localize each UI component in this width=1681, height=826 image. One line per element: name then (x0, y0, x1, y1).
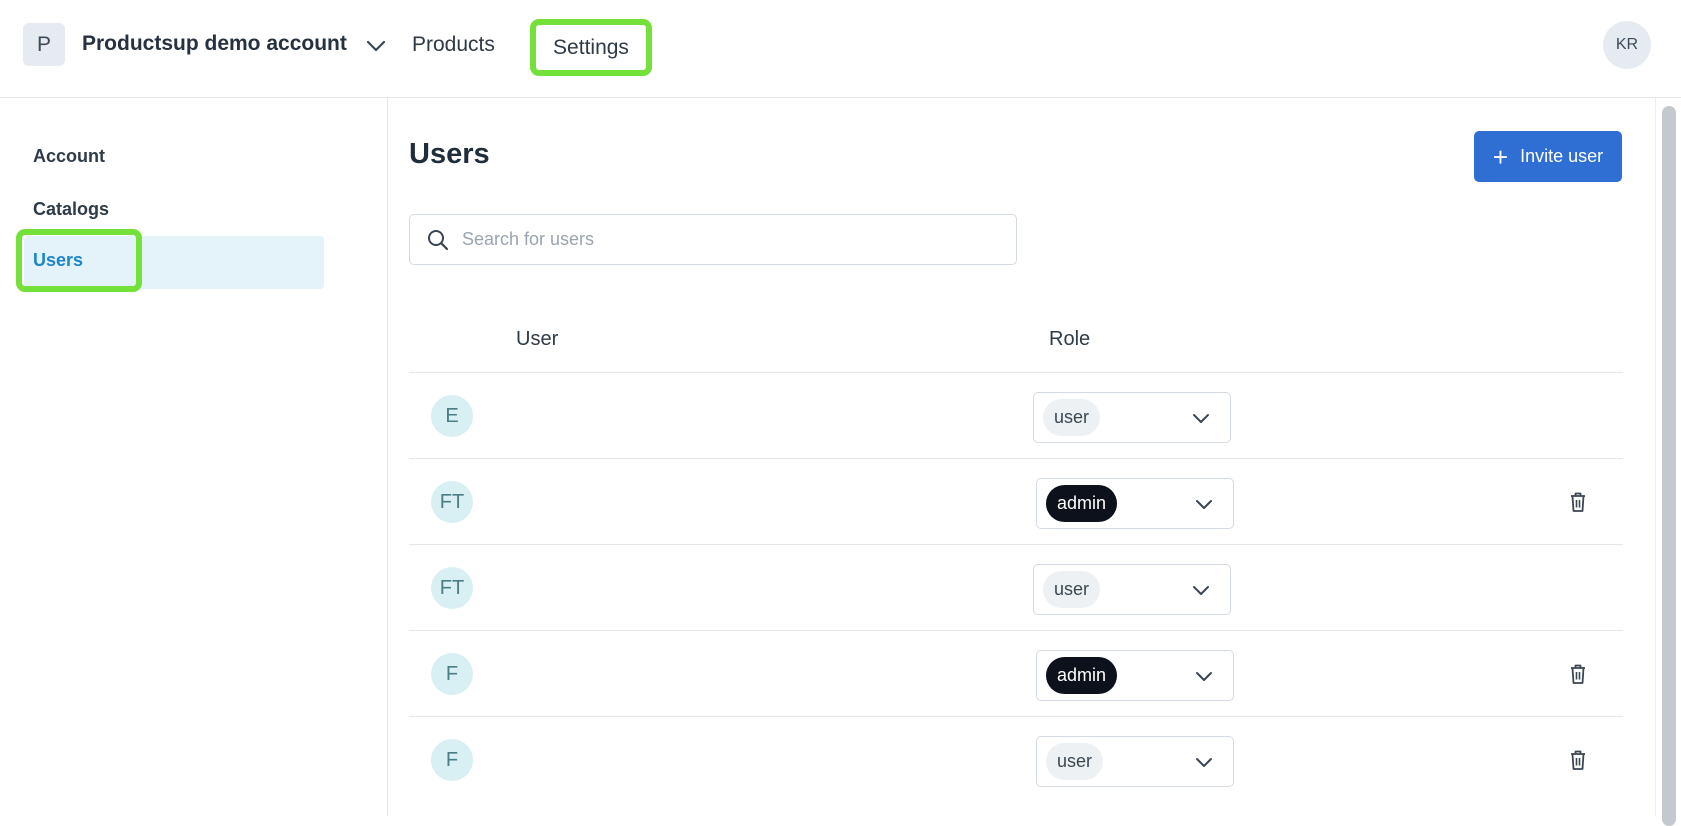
table-row: F admin (409, 630, 1623, 716)
user-avatar: F (431, 739, 473, 781)
role-select[interactable]: admin (1036, 650, 1234, 701)
chevron-down-icon (1193, 493, 1215, 515)
user-avatar: F (431, 653, 473, 695)
users-page: Users + Invite user User Role E user (388, 98, 1655, 816)
account-name: Productsup demo account (82, 32, 347, 55)
column-header-role: Role (1049, 328, 1091, 350)
chevron-down-icon (1193, 751, 1215, 773)
search-field[interactable] (409, 214, 1017, 265)
role-badge: user (1046, 743, 1104, 780)
sidebar-item-catalogs[interactable]: Catalogs (33, 199, 109, 220)
plus-icon: + (1492, 141, 1509, 172)
sidebar-item-users-label: Users (33, 250, 84, 270)
user-avatar: FT (431, 481, 473, 523)
table-row: FT user (409, 544, 1623, 630)
role-badge: user (1043, 571, 1101, 608)
role-select[interactable]: admin (1036, 478, 1234, 529)
page-title: Users (409, 138, 490, 170)
invite-user-button[interactable]: + Invite user (1474, 131, 1622, 182)
account-switcher-chevron-down-icon[interactable] (363, 34, 389, 58)
users-table: E user FT admin FT user F admin F user (409, 372, 1623, 802)
page-scrollbar[interactable] (1655, 98, 1681, 826)
role-select[interactable]: user (1036, 736, 1234, 787)
top-navigation-bar: P Productsup demo account Products Setti… (0, 0, 1681, 98)
table-row: F user (409, 716, 1623, 802)
table-row: FT admin (409, 458, 1623, 544)
delete-user-trash-icon[interactable] (1565, 488, 1591, 516)
search-input[interactable] (462, 229, 982, 250)
nav-tab-settings-label: Settings (553, 35, 629, 59)
user-avatar: FT (431, 567, 473, 609)
nav-tab-products[interactable]: Products (412, 33, 495, 57)
nav-tab-settings[interactable]: Settings (530, 19, 652, 76)
chevron-down-icon (1190, 407, 1212, 429)
role-badge: admin (1046, 485, 1118, 522)
user-menu-avatar[interactable]: KR (1603, 21, 1651, 69)
delete-user-trash-icon[interactable] (1565, 660, 1591, 688)
chevron-down-icon (1193, 665, 1215, 687)
sidebar-item-account[interactable]: Account (33, 146, 105, 167)
chevron-down-icon (1190, 579, 1212, 601)
scrollbar-thumb[interactable] (1662, 106, 1676, 826)
table-row: E user (409, 372, 1623, 458)
delete-user-trash-icon[interactable] (1565, 746, 1591, 774)
role-badge: user (1043, 399, 1101, 436)
account-initial: P (36, 32, 51, 56)
settings-sidebar: Account Catalogs Users (0, 98, 388, 816)
role-select[interactable]: user (1033, 392, 1231, 443)
user-initials: KR (1615, 36, 1639, 53)
sidebar-item-users[interactable]: Users (16, 229, 142, 292)
account-avatar: P (23, 23, 65, 66)
user-avatar: E (431, 395, 473, 437)
search-icon (426, 228, 450, 252)
invite-user-label: Invite user (1520, 146, 1604, 166)
column-header-user: User (516, 328, 559, 350)
role-select[interactable]: user (1033, 564, 1231, 615)
role-badge: admin (1046, 657, 1118, 694)
